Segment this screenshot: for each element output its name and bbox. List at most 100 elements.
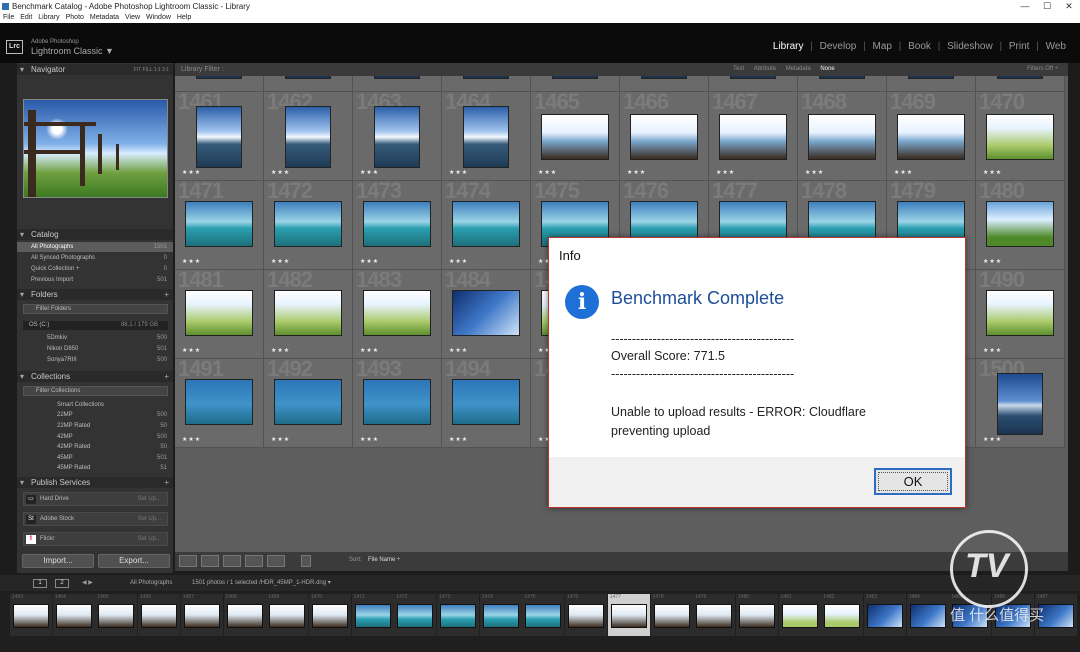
filmstrip-frame[interactable]: 1464 <box>52 594 95 636</box>
grid-view-button[interactable] <box>179 555 197 567</box>
photo-thumbnail[interactable] <box>452 201 520 247</box>
grid-cell[interactable]: 1480 ★★★ <box>976 178 1065 270</box>
photo-thumbnail[interactable] <box>641 76 687 79</box>
set-up-link[interactable]: Set Up... <box>138 533 161 546</box>
close-button[interactable]: ✕ <box>1058 0 1080 13</box>
star-rating[interactable]: ★★★ <box>449 436 468 443</box>
module-develop[interactable]: Develop <box>820 41 857 52</box>
set-up-link[interactable]: Set Up... <box>138 493 161 506</box>
folder-item[interactable]: Nikon D850 501 <box>17 344 173 354</box>
star-rating[interactable]: ★★★ <box>271 436 290 443</box>
catalog-item-all-photographs[interactable]: All Photographs 1501 <box>17 242 173 252</box>
loupe-view-button[interactable] <box>201 555 219 567</box>
star-rating[interactable]: ★★★ <box>360 347 379 354</box>
photo-thumbnail[interactable] <box>363 290 431 336</box>
grid-cell[interactable]: 1492 ★★★ <box>264 356 353 448</box>
grid-cell[interactable]: 1462 ★★★ <box>264 89 353 181</box>
grid-cell[interactable]: 1468 ★★★ <box>798 89 887 181</box>
photo-thumbnail[interactable] <box>374 106 420 168</box>
collection-item[interactable]: 22MP 500 <box>17 410 173 420</box>
grid-cell[interactable]: 1472 ★★★ <box>264 178 353 270</box>
star-rating[interactable]: ★★★ <box>360 436 379 443</box>
filter-tab-attribute[interactable]: Attribute <box>754 66 776 72</box>
filmstrip-frame[interactable]: 1473 <box>437 594 479 636</box>
module-book[interactable]: Book <box>908 41 931 52</box>
catalog-item-previous-import[interactable]: Previous Import 501 <box>17 275 173 285</box>
filter-tab-none[interactable]: None <box>820 66 834 72</box>
page-2-button[interactable]: 2 <box>55 579 69 588</box>
import-button[interactable]: Import... <box>22 554 94 568</box>
publish-services-header[interactable]: Publish Services + <box>17 477 173 488</box>
survey-view-button[interactable] <box>245 555 263 567</box>
grid-cell[interactable]: 1483 ★★★ <box>353 267 442 359</box>
photo-thumbnail[interactable] <box>274 201 342 247</box>
photo-thumbnail[interactable] <box>363 379 431 425</box>
menu-help[interactable]: Help <box>177 14 191 21</box>
star-rating[interactable]: ★★★ <box>716 169 735 176</box>
publish-hard-drive[interactable]: ▭ Hard Drive Set Up... <box>23 492 168 506</box>
grid-cell[interactable]: 1473 ★★★ <box>353 178 442 270</box>
module-print[interactable]: Print <box>1009 41 1030 52</box>
collection-item[interactable]: 22MP Rated 50 <box>17 421 173 431</box>
filmstrip-frame[interactable]: 1467 <box>180 594 223 636</box>
filmstrip-frame[interactable]: 1468 <box>223 594 266 636</box>
photo-thumbnail[interactable] <box>185 379 253 425</box>
grid-cell[interactable]: 1467 ★★★ <box>709 89 798 181</box>
photo-thumbnail[interactable] <box>986 114 1054 160</box>
photo-thumbnail[interactable] <box>452 379 520 425</box>
star-rating[interactable]: ★★★ <box>182 258 201 265</box>
grid-cell[interactable]: 1471 ★★★ <box>175 178 264 270</box>
collections-header[interactable]: Collections + <box>17 371 173 382</box>
star-rating[interactable]: ★★★ <box>983 347 1002 354</box>
folder-item[interactable]: 5Dmkiv 500 <box>17 333 173 343</box>
grid-cell[interactable]: 1474 ★★★ <box>442 178 531 270</box>
filmstrip-frame[interactable]: 1463 <box>10 594 52 636</box>
star-rating[interactable]: ★★★ <box>983 169 1002 176</box>
grid-cell[interactable]: 1482 ★★★ <box>264 267 353 359</box>
filter-tab-metadata[interactable]: Metadata <box>786 66 811 72</box>
filmstrip-frame[interactable]: 1478 <box>650 594 693 636</box>
menu-file[interactable]: File <box>3 14 14 21</box>
publish-flickr[interactable]: fl Flickr Set Up... <box>23 532 168 546</box>
photo-thumbnail[interactable] <box>897 114 965 160</box>
photo-thumbnail[interactable] <box>997 76 1043 79</box>
star-rating[interactable]: ★★★ <box>182 169 201 176</box>
filmstrip-frame[interactable]: 1482 <box>821 594 864 636</box>
photo-thumbnail[interactable] <box>374 76 420 79</box>
ok-button[interactable]: OK <box>874 468 952 495</box>
grid-cell[interactable]: 1470 ★★★ <box>976 89 1065 181</box>
star-rating[interactable]: ★★★ <box>627 169 646 176</box>
star-rating[interactable]: ★★★ <box>182 347 201 354</box>
star-rating[interactable]: ★★★ <box>983 258 1002 265</box>
grid-cell[interactable]: 1484 ★★★ <box>442 267 531 359</box>
module-map[interactable]: Map <box>873 41 892 52</box>
collection-item[interactable]: 42MP Rated 50 <box>17 442 173 452</box>
star-rating[interactable]: ★★★ <box>449 347 468 354</box>
nav-back-forward-icon[interactable]: ◀ ▶ <box>82 575 93 591</box>
photo-thumbnail[interactable] <box>463 76 509 79</box>
star-rating[interactable]: ★★★ <box>894 169 913 176</box>
grid-cell[interactable]: 1464 ★★★ <box>442 89 531 181</box>
grid-cell[interactable]: 1491 ★★★ <box>175 356 264 448</box>
filmstrip-frame[interactable]: 1465 <box>95 594 138 636</box>
photo-thumbnail[interactable] <box>541 114 609 160</box>
filmstrip-frame[interactable]: 1481 <box>778 594 821 636</box>
collection-item[interactable]: 45MP Rated 51 <box>17 463 173 473</box>
star-rating[interactable]: ★★★ <box>271 347 290 354</box>
grid-cell[interactable]: 1461 ★★★ <box>175 89 264 181</box>
menu-view[interactable]: View <box>125 14 140 21</box>
star-rating[interactable]: ★★★ <box>983 436 1002 443</box>
people-view-button[interactable] <box>267 555 285 567</box>
grid-cell[interactable]: 1469 ★★★ <box>887 89 976 181</box>
minimize-button[interactable]: — <box>1014 0 1036 13</box>
photo-thumbnail[interactable] <box>185 290 253 336</box>
folders-header[interactable]: Folders + <box>17 289 173 300</box>
sort-dropdown[interactable]: File Name ÷ <box>368 557 400 563</box>
maximize-button[interactable]: ☐ <box>1036 0 1058 13</box>
volume-os-c[interactable]: OS (C:) 88.1 / 179 GB <box>23 321 168 330</box>
spray-can-icon[interactable] <box>301 555 311 567</box>
set-up-link[interactable]: Set Up... <box>138 513 161 526</box>
photo-thumbnail[interactable] <box>808 114 876 160</box>
filmstrip-frame[interactable]: 1479 <box>693 594 736 636</box>
add-collection-icon[interactable]: + <box>164 371 169 382</box>
